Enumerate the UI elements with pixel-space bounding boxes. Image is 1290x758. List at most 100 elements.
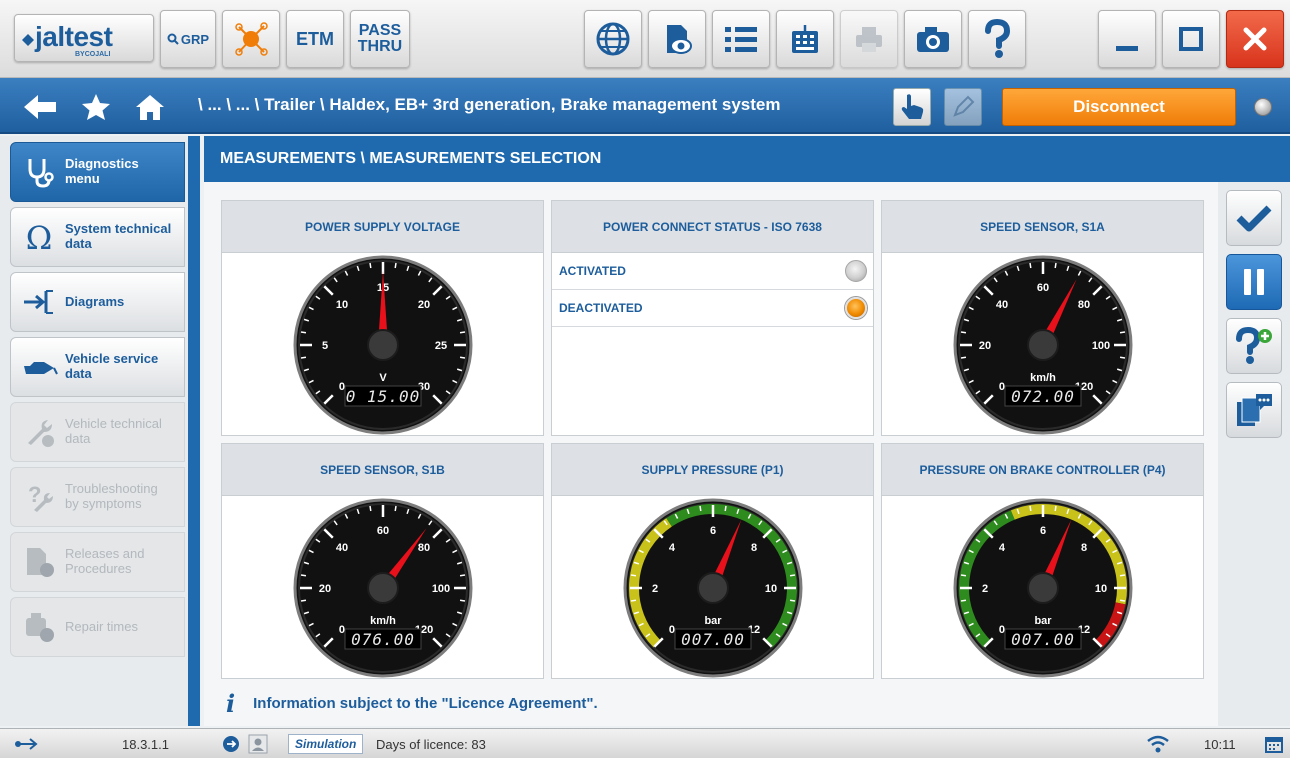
screenshot-button[interactable] <box>904 10 962 68</box>
pass-thru-button[interactable]: PASS THRU <box>350 10 410 68</box>
logo-subtext: BYCOJALI <box>75 51 111 58</box>
sidebar-item-label: data <box>65 366 92 381</box>
status-label: ACTIVATED <box>559 264 626 278</box>
minor-tick <box>394 262 397 269</box>
gauge-readout: 007.00 <box>681 630 745 649</box>
minor-tick <box>630 599 637 602</box>
keyboard-icon <box>792 25 818 53</box>
measurement-card-speed-sensor-s1a[interactable]: SPEED SENSOR, S1A 0 20 40 60 80 100 120 km/h 072… <box>881 200 1204 436</box>
etm-button[interactable]: ETM <box>286 10 344 68</box>
home-icon[interactable] <box>134 92 166 122</box>
status-led-on <box>845 297 867 319</box>
licence-info: i Information subject to the "Licence Ag… <box>226 689 598 718</box>
help-add-icon <box>1236 326 1272 364</box>
tick-label: 8 <box>751 542 757 554</box>
network-button[interactable] <box>222 10 280 68</box>
close-icon <box>1243 27 1267 51</box>
sidebar-item-troubleshooting[interactable]: ? Troubleshooting by symptoms <box>10 467 185 527</box>
calendar-icon[interactable] <box>1264 734 1284 754</box>
user-icon[interactable] <box>248 734 268 754</box>
tick-label: 60 <box>377 525 389 537</box>
version-label: 18.3.1.1 <box>122 737 169 752</box>
sidebar-rail <box>188 136 200 726</box>
tick-label: 10 <box>765 583 777 595</box>
chat-documents-icon <box>1237 394 1272 426</box>
measurement-card-pressure-brake-controller-p4[interactable]: PRESSURE ON BRAKE CONTROLLER (P4) 0 2 4 6 8 1… <box>881 443 1204 679</box>
sidebar-item-label: by symptoms <box>65 496 142 511</box>
card-title: SPEED SENSOR, S1B <box>222 444 543 496</box>
print-button[interactable] <box>840 10 898 68</box>
sidebar-item-diagnostics-menu[interactable]: Diagnostics menu <box>10 142 185 202</box>
sidebar-item-label: Troubleshooting <box>65 481 158 497</box>
gauge-unit: bar <box>1034 615 1052 627</box>
tick-label: 4 <box>999 542 1006 554</box>
sidebar-item-system-technical-data[interactable]: Ω System technical data <box>10 207 185 267</box>
accept-button[interactable] <box>1226 190 1282 246</box>
gauge-unit: V <box>379 372 387 384</box>
pass-thru-label-line1: PASS <box>358 22 402 39</box>
tick-label: 20 <box>418 299 430 311</box>
gauge-unit: km/h <box>1030 372 1056 384</box>
licence-days: Days of licence: 83 <box>376 737 486 752</box>
back-arrow-icon[interactable] <box>22 92 58 122</box>
status-row-activated: ACTIVATED <box>552 253 873 290</box>
favorites-star-icon[interactable] <box>80 92 112 122</box>
printer-icon <box>856 27 882 52</box>
measurement-card-speed-sensor-s1b[interactable]: SPEED SENSOR, S1B 0 20 40 60 80 100 120 km/h 076… <box>221 443 544 679</box>
minor-tick <box>1029 262 1032 269</box>
sidebar-item-label: Vehicle technical <box>65 416 162 432</box>
minor-tick <box>630 574 637 577</box>
minor-tick <box>724 505 727 512</box>
tick-label: 10 <box>336 299 348 311</box>
omega-icon: Ω <box>17 215 61 259</box>
keyboard-button[interactable] <box>776 10 834 68</box>
needle-hub <box>367 572 399 604</box>
pen-mode-button[interactable] <box>944 88 982 126</box>
sidebar-item-label: Releases and <box>65 546 145 562</box>
tick-label: 20 <box>319 583 331 595</box>
sidebar-item-diagrams[interactable]: Diagrams <box>10 272 185 332</box>
touch-mode-button[interactable] <box>893 88 931 126</box>
sidebar-item-repair-times[interactable]: Repair times <box>10 597 185 657</box>
page-title: MEASUREMENTS \ MEASUREMENTS SELECTION <box>220 150 602 167</box>
breadcrumb: \ ... \ ... \ Trailer \ Haldex, EB+ 3rd … <box>198 95 781 114</box>
close-button[interactable] <box>1226 10 1284 68</box>
maximize-button[interactable] <box>1162 10 1220 68</box>
gauge: 020406080100120km/h076.00 <box>293 498 473 678</box>
minimize-button[interactable] <box>1098 10 1156 68</box>
minor-tick <box>699 505 702 512</box>
chat-documents-button[interactable] <box>1226 382 1282 438</box>
list-icon <box>725 27 757 52</box>
measurement-card-power-supply-voltage[interactable]: POWER SUPPLY VOLTAGE 051015202530V0 15.0… <box>221 200 544 436</box>
tick-label: 8 <box>1081 542 1087 554</box>
sidebar-item-vehicle-technical-data[interactable]: Vehicle technical data <box>10 402 185 462</box>
help-icon <box>985 19 1011 58</box>
sidebar-item-releases-procedures[interactable]: Releases and Procedures <box>10 532 185 592</box>
jaltest-logo: jaltest BYCOJALI <box>14 14 154 62</box>
etm-label: ETM <box>296 29 334 49</box>
help-button[interactable] <box>968 10 1026 68</box>
list-button[interactable] <box>712 10 770 68</box>
status-led-off <box>845 260 867 282</box>
gauge: 024681012bar007.00 <box>623 498 803 678</box>
web-button[interactable] <box>584 10 642 68</box>
pause-button[interactable] <box>1226 254 1282 310</box>
minor-tick <box>960 574 967 577</box>
sidebar-item-label: Diagnostics <box>65 156 139 172</box>
minor-tick <box>960 331 967 334</box>
grp-button[interactable]: GRP <box>160 10 216 68</box>
needle-hub <box>367 329 399 361</box>
disconnect-button[interactable]: Disconnect <box>1002 88 1236 126</box>
tick-label: 40 <box>336 542 348 554</box>
help-add-button[interactable] <box>1226 318 1282 374</box>
card-title: PRESSURE ON BRAKE CONTROLLER (P4) <box>882 444 1203 496</box>
tick-label: 0 <box>999 624 1005 636</box>
sidebar-item-vehicle-service-data[interactable]: Vehicle service data <box>10 337 185 397</box>
pass-thru-label-line2: THRU <box>357 38 403 55</box>
measurement-card-supply-pressure-p1[interactable]: SUPPLY PRESSURE (P1) 0 2 4 6 8 10 12 bar 007.00 <box>551 443 874 679</box>
view-document-button[interactable] <box>648 10 706 68</box>
measurement-card-power-connect-status[interactable]: POWER CONNECT STATUS - ISO 7638 ACTIVATE… <box>551 200 874 436</box>
svg-text:Ω: Ω <box>26 220 53 254</box>
card-title: POWER SUPPLY VOLTAGE <box>222 201 543 253</box>
tick-label: 80 <box>1078 299 1090 311</box>
